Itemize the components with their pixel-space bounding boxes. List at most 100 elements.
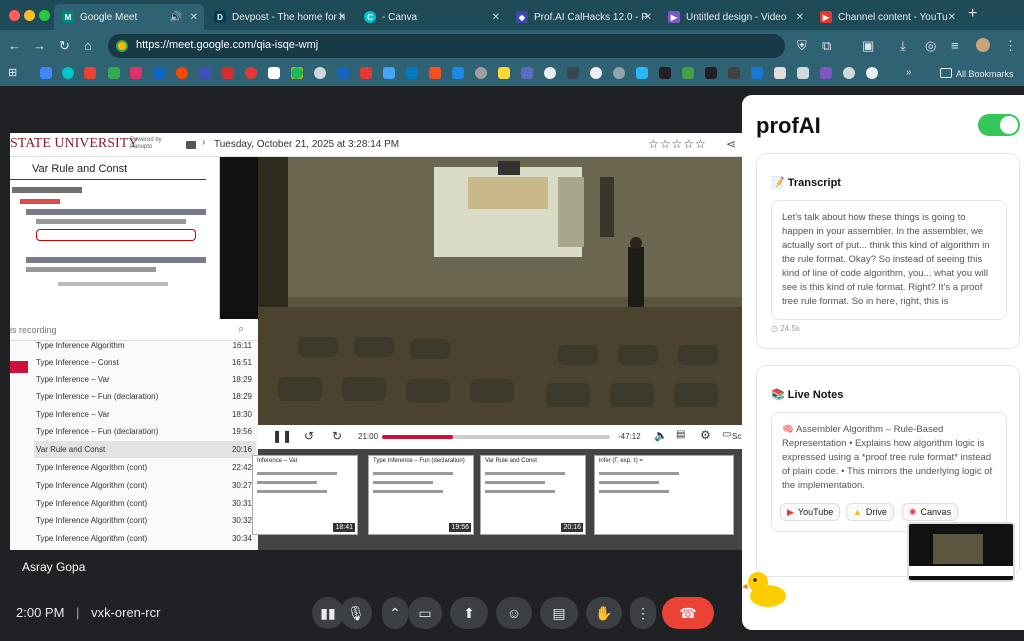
emoji-button[interactable]: ☺ xyxy=(496,597,532,629)
leave-call-button[interactable]: ☎ xyxy=(662,597,714,629)
close-tab-icon[interactable]: ✕ xyxy=(190,12,198,23)
forward-skip-icon[interactable]: ↻ xyxy=(332,429,342,443)
all-bookmarks-link[interactable]: All Bookmarks xyxy=(956,69,1014,79)
bookmark-icon[interactable] xyxy=(544,67,556,79)
github-icon[interactable] xyxy=(590,67,602,79)
spotify-icon[interactable] xyxy=(291,67,303,79)
maximize-window-button[interactable] xyxy=(39,10,50,21)
toc-item[interactable]: Type Inference – Var 18:30 xyxy=(34,406,256,423)
media-icon[interactable]: ≡ xyxy=(951,38,959,53)
home-icon[interactable]: ⌂ xyxy=(84,38,92,53)
gmail-icon[interactable] xyxy=(84,67,96,79)
captions-icon[interactable]: ▤ xyxy=(676,429,685,440)
bookmark-icon[interactable] xyxy=(429,67,441,79)
more-options-button[interactable]: ⋮ xyxy=(630,597,656,629)
meeting-code[interactable]: vxk-oren-rcr xyxy=(91,605,160,620)
toc-item[interactable]: Type Inference Algorithm (cont) 30:34 xyxy=(34,530,256,547)
sync-icon[interactable]: ◎ xyxy=(925,38,936,54)
toc-item[interactable]: Type Inference Algorithm 16:11 xyxy=(34,337,256,354)
bookmark-icon[interactable] xyxy=(452,67,464,79)
chevron-up-icon[interactable]: ⌃ xyxy=(382,597,408,629)
bookmark-icon[interactable] xyxy=(199,67,211,79)
close-tab-icon[interactable]: ✕ xyxy=(338,12,346,23)
bookmark-icon[interactable] xyxy=(62,67,74,79)
download-icon[interactable]: ⤓ xyxy=(900,38,906,54)
progress-track[interactable] xyxy=(382,435,610,439)
screen-icon[interactable]: ▭ xyxy=(722,429,731,440)
youtube-chip[interactable]: ▶ YouTube xyxy=(780,503,841,521)
camera-button[interactable]: ▭ xyxy=(408,597,442,629)
more-bookmarks-icon[interactable]: » xyxy=(906,67,912,78)
enable-toggle[interactable] xyxy=(978,114,1020,136)
toc-item[interactable]: Type Inference Algorithm (cont) 30:27 xyxy=(34,477,256,494)
bookmark-icon[interactable] xyxy=(613,67,625,79)
bookmark-icon[interactable] xyxy=(705,67,717,79)
new-tab-button[interactable]: + xyxy=(968,5,977,23)
bookmark-icon[interactable] xyxy=(108,67,120,79)
bookmark-icon[interactable] xyxy=(383,67,395,79)
toc-item[interactable]: Type Inference Algorithm (cont) 30:32 xyxy=(34,512,256,529)
menu-icon[interactable]: ⋮ xyxy=(1004,38,1017,54)
tab-untitled-design[interactable]: ▶ Untitled design - Video ✕ xyxy=(660,4,810,30)
bookmark-icon[interactable] xyxy=(751,67,763,79)
minimize-window-button[interactable] xyxy=(24,10,35,21)
share-icon[interactable]: ⋖ xyxy=(726,137,736,151)
search-icon[interactable]: ⌕ xyxy=(238,323,244,336)
bookmark-icon[interactable] xyxy=(728,67,740,79)
tab-channel-content[interactable]: ▶ Channel content - YouTu ✕ xyxy=(812,4,962,30)
bookmark-icon[interactable] xyxy=(337,67,349,79)
tab-profai-calhacks[interactable]: ◆ Prof.AI CalHacks 12.0 - P ✕ xyxy=(508,4,658,30)
thumbnail[interactable]: Inference – Var 18:41 xyxy=(252,455,358,535)
bookmark-icon[interactable] xyxy=(659,67,671,79)
shield-icon[interactable]: ⛨ xyxy=(797,38,807,54)
toc-item-selected[interactable]: Var Rule and Const 20:16 xyxy=(34,441,256,458)
folder-icon[interactable] xyxy=(186,141,196,149)
pause-icon[interactable]: ❚❚ xyxy=(272,429,292,443)
present-button[interactable]: ⬆ xyxy=(450,597,488,629)
drive-chip[interactable]: ▲ Drive xyxy=(846,503,894,521)
apps-icon[interactable]: ⊞ xyxy=(8,66,17,79)
toc-item[interactable]: Type Inference Algorithm (cont) 30:31 xyxy=(34,495,256,512)
bookmark-icon[interactable] xyxy=(797,67,809,79)
picture-in-picture-preview[interactable] xyxy=(907,522,1015,582)
volume-icon[interactable]: 🔈 xyxy=(654,429,668,442)
back-icon[interactable]: ← xyxy=(8,38,21,53)
tab-canva[interactable]: C - Canva ✕ xyxy=(356,4,506,30)
close-tab-icon[interactable]: ✕ xyxy=(796,12,804,23)
tab-devpost[interactable]: D Devpost - The home for h ✕ xyxy=(206,4,352,30)
toc-item[interactable]: Type Inference – Var 18:29 xyxy=(34,371,256,388)
thumbnail[interactable]: Type Inference – Fun (declaration) 19:56 xyxy=(368,455,474,535)
toc-item[interactable]: Type Inference – Fun (declaration) 18:29 xyxy=(34,388,256,405)
close-tab-icon[interactable]: ✕ xyxy=(492,12,500,23)
bookmark-icon[interactable] xyxy=(774,67,786,79)
microphone-button[interactable]: 🎙 xyxy=(340,597,372,629)
reload-icon[interactable]: ↻ xyxy=(59,38,70,54)
rating-stars[interactable]: ☆☆☆☆☆ xyxy=(648,137,707,151)
reddit-icon[interactable] xyxy=(176,67,188,79)
linkedin-icon[interactable] xyxy=(153,67,165,79)
bookmark-icon[interactable] xyxy=(567,67,579,79)
canvas-chip[interactable]: ✺ Canvas xyxy=(902,503,959,521)
bookmark-icon[interactable] xyxy=(682,67,694,79)
bookmark-icon[interactable] xyxy=(820,67,832,79)
thumbnail[interactable]: Var Rule and Const 20:16 xyxy=(480,455,586,535)
site-info-icon[interactable] xyxy=(116,40,128,52)
trello-icon[interactable] xyxy=(406,67,418,79)
toc-item[interactable]: Type Inference – Const 16:51 xyxy=(34,354,256,371)
amazon-icon[interactable] xyxy=(268,67,280,79)
bookmark-icon[interactable] xyxy=(40,67,52,79)
forward-icon[interactable]: → xyxy=(33,38,46,53)
screen-search-icon[interactable]: ▣ xyxy=(862,38,874,54)
close-tab-icon[interactable]: ✕ xyxy=(948,12,956,23)
avatar[interactable] xyxy=(976,38,990,52)
raise-hand-button[interactable]: ✋ xyxy=(586,597,622,629)
bookmark-icon[interactable] xyxy=(222,67,234,79)
globe-icon[interactable] xyxy=(843,67,855,79)
youtube-icon[interactable] xyxy=(360,67,372,79)
bookmark-icon[interactable] xyxy=(636,67,648,79)
rewind-icon[interactable]: ↺ xyxy=(304,429,314,443)
globe-icon[interactable] xyxy=(314,67,326,79)
close-tab-icon[interactable]: ✕ xyxy=(644,12,652,23)
github-icon[interactable] xyxy=(866,67,878,79)
extensions-icon[interactable]: ⧉ xyxy=(822,38,831,54)
